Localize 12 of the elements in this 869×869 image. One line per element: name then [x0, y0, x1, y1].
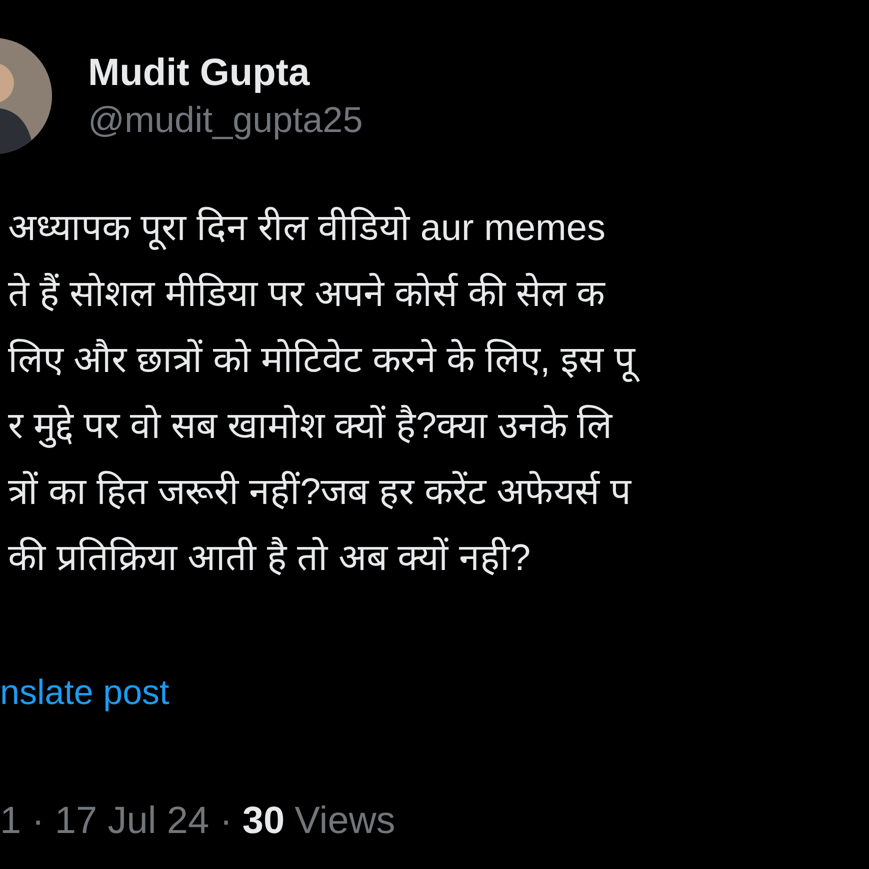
- author-handle[interactable]: @mudit_gupta25: [88, 97, 363, 143]
- post-text-line: अध्यापक पूरा दिन रील वीडियो aur memes: [7, 206, 606, 252]
- post-timestamp[interactable]: 1 · 17 Jul 24 ·: [0, 796, 232, 846]
- post-text-line: ते हैं सोशल मीडिया पर अपने कोर्स की सेल क: [7, 272, 606, 316]
- post-text-line: की प्रतिक्रिया आती है तो अब क्यों नही?: [7, 536, 532, 580]
- views-label: Views: [294, 799, 396, 844]
- post-text-line: लिए और छात्रों को मोटिवेट करने के लिए, इस पू: [0, 324, 647, 390]
- views-count: 30: [242, 799, 285, 844]
- translate-link[interactable]: nslate post: [0, 668, 869, 718]
- post-text-line: र मुद्दे पर वो सब खामोश क्यों है?क्या उनके लि: [7, 404, 614, 450]
- post-text-line: त्रों का हित जरूरी नहीं?जब हर करेंट अफेयर्स प: [7, 470, 632, 514]
- author-name[interactable]: Mudit Gupta: [88, 49, 363, 97]
